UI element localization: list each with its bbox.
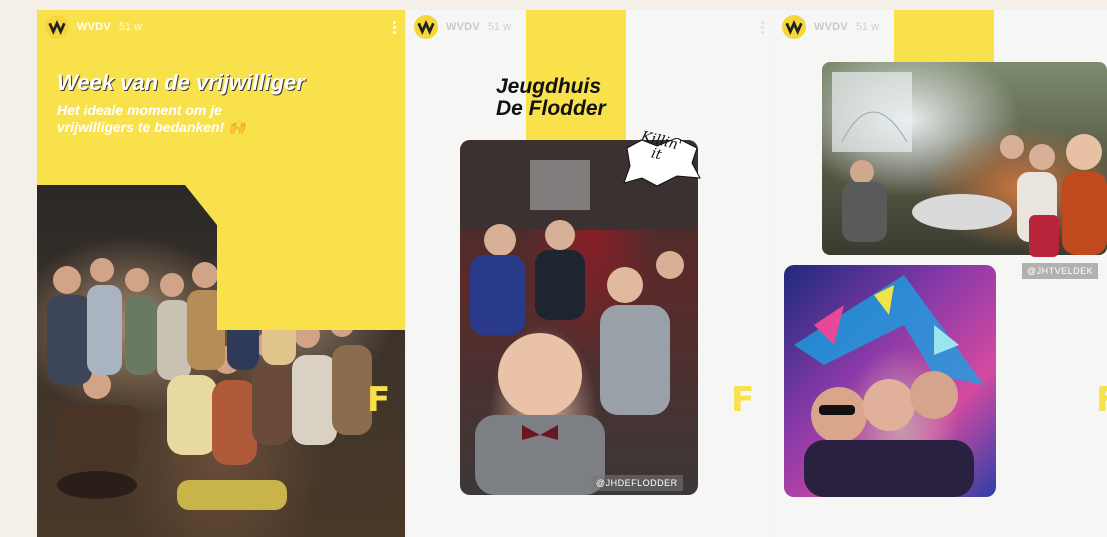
yellow-speech-shape xyxy=(217,185,405,330)
speech-tail-shape xyxy=(185,185,217,225)
avatar-logo-icon[interactable] xyxy=(45,15,69,39)
account-name[interactable]: WVDV xyxy=(446,21,480,33)
post-time: 51 w xyxy=(118,21,143,33)
flodder-f-logo-icon: F xyxy=(731,380,755,420)
more-options-icon[interactable] xyxy=(761,20,765,34)
story-card-3[interactable]: WVDV 51 w @JHTVELDEK xyxy=(774,10,1107,537)
story-header: WVDV 51 w xyxy=(45,15,397,39)
story-header: WVDV 51 w xyxy=(414,15,765,39)
flodder-f-logo-icon: F xyxy=(367,380,391,420)
post-time: 51 w xyxy=(855,21,880,33)
story-card-2[interactable]: WVDV 51 w Jeugdhuis De Flodder Killin' i… xyxy=(406,10,773,537)
story-title: Week van de vrijwilliger xyxy=(57,70,305,95)
mention-tag[interactable]: @JHDEFLODDER xyxy=(591,475,683,491)
avatar-logo-icon[interactable] xyxy=(782,15,806,39)
mention-tag[interactable]: @JHTVELDEK xyxy=(1022,263,1099,279)
person-sticker xyxy=(1029,215,1059,257)
story-header: WVDV 51 w xyxy=(782,15,1099,39)
post-time: 51 w xyxy=(487,21,512,33)
selfie-photo xyxy=(460,140,698,495)
account-name[interactable]: WVDV xyxy=(77,21,111,33)
story-card-1[interactable]: WVDV 51 w Week van de vrijwilliger Het i… xyxy=(37,10,405,537)
title-line-1: Jeugdhuis xyxy=(496,75,602,98)
flodder-f-logo-icon: F xyxy=(1096,380,1107,420)
title-line-2: De Flodder xyxy=(496,97,606,120)
avatar-logo-icon[interactable] xyxy=(414,15,438,39)
account-name[interactable]: WVDV xyxy=(814,21,848,33)
more-options-icon[interactable] xyxy=(393,20,397,34)
story-subtitle: Het ideale moment om je vrijwilligers te… xyxy=(57,102,246,135)
tent-party-photo xyxy=(822,62,1107,255)
story-title: Jeugdhuis De Flodder xyxy=(496,76,606,120)
party-selfie-photo xyxy=(784,265,996,497)
